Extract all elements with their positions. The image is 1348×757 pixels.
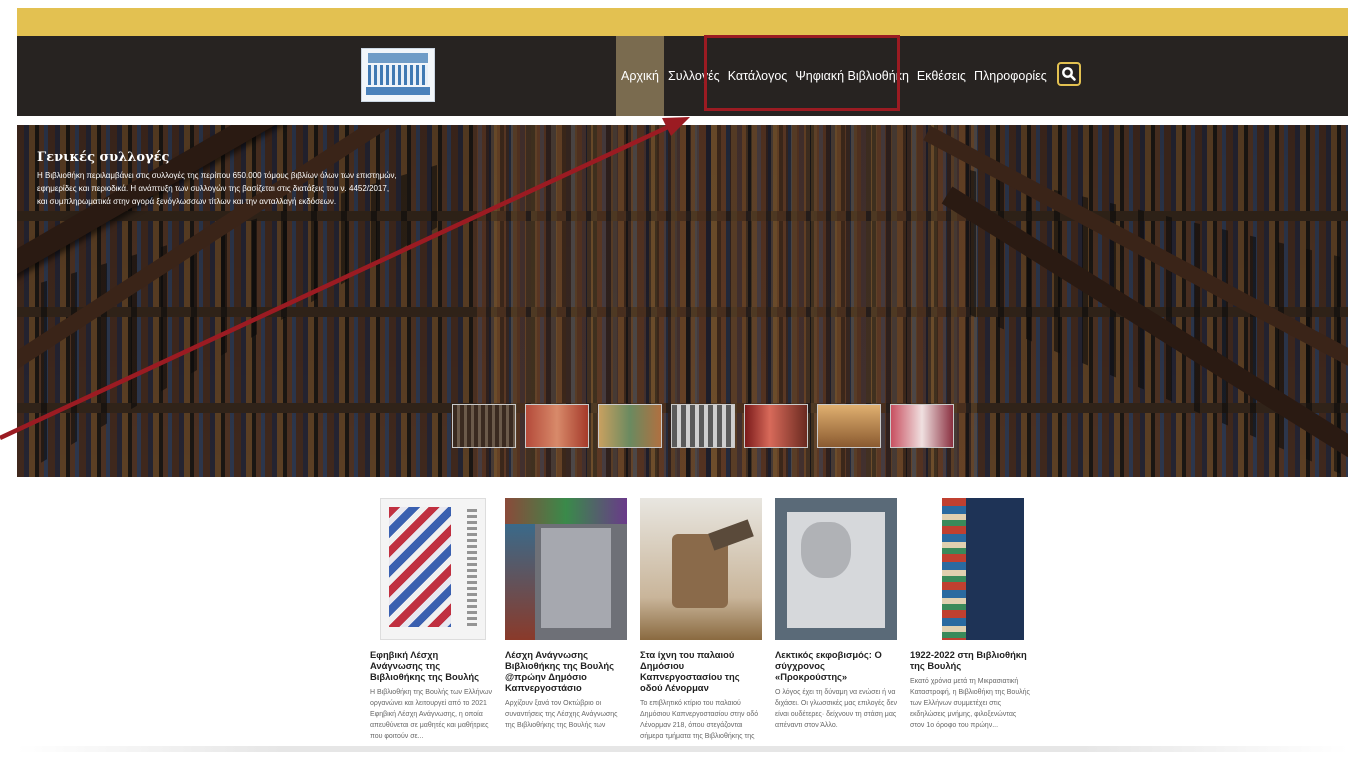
hero-description: Η Βιβλιοθήκη περιλαμβάνει στις συλλογές …	[37, 171, 397, 206]
slider-thumbnail[interactable]	[890, 404, 954, 448]
card-excerpt: Ο λόγος έχει τη δύναμη να ενώσει ή να δι…	[775, 689, 897, 729]
nav-item-exhibitions[interactable]: Εκθέσεις	[913, 36, 970, 116]
card-excerpt: Αρχίζουν ξανά τον Οκτώβριο οι συναντήσει…	[505, 700, 618, 729]
annotation-highlight-box	[704, 35, 900, 111]
card-excerpt: Εκατό χρόνια μετά τη Μικρασιατική Καταστ…	[910, 678, 1030, 729]
card-image[interactable]	[505, 498, 627, 640]
top-accent-bar	[17, 8, 1348, 36]
slider-thumbnail[interactable]	[525, 404, 589, 448]
card-title[interactable]: Στα ίχνη του παλαιού Δημόσιου Καπνεργοστ…	[640, 649, 762, 693]
news-card[interactable]: Λεκτικός εκφοβισμός: Ο σύγχρονος «Προκρο…	[775, 498, 897, 742]
news-cards: Εφηβική Λέσχη Ανάγνωσης της Βιβλιοθήκης …	[370, 498, 1070, 742]
hero-title: Γενικές συλλογές	[37, 150, 170, 165]
news-card[interactable]: Λέσχη Ανάγνωσης Βιβλιοθήκης της Βουλής @…	[505, 498, 627, 742]
card-title[interactable]: 1922-2022 στη Βιβλιοθήκη της Βουλής	[910, 649, 1032, 671]
slider-thumbnails	[452, 404, 954, 448]
search-icon	[1062, 67, 1076, 81]
news-card[interactable]: Εφηβική Λέσχη Ανάγνωσης της Βιβλιοθήκης …	[370, 498, 492, 742]
slider-thumbnail[interactable]	[671, 404, 735, 448]
card-image[interactable]	[640, 498, 762, 640]
news-card[interactable]: Στα ίχνη του παλαιού Δημόσιου Καπνεργοστ…	[640, 498, 762, 742]
card-image[interactable]	[775, 498, 897, 640]
slider-thumbnail[interactable]	[744, 404, 808, 448]
card-title[interactable]: Λεκτικός εκφοβισμός: Ο σύγχρονος «Προκρο…	[775, 649, 897, 682]
slider-thumbnail[interactable]	[598, 404, 662, 448]
slider-thumbnail[interactable]	[817, 404, 881, 448]
slider-thumbnail[interactable]	[452, 404, 516, 448]
hero-slider: Γενικές συλλογές Η Βιβλιοθήκη περιλαμβάν…	[17, 125, 1348, 477]
card-title[interactable]: Λέσχη Ανάγνωσης Βιβλιοθήκης της Βουλής @…	[505, 649, 627, 693]
card-image[interactable]	[380, 498, 486, 640]
parliament-building-logo-icon[interactable]	[361, 48, 435, 102]
footer-fade	[17, 746, 1348, 752]
main-navbar: Αρχική Συλλογές Κατάλογος Ψηφιακή Βιβλιο…	[17, 36, 1348, 116]
news-card[interactable]: 1922-2022 στη Βιβλιοθήκη της Βουλής Εκατ…	[910, 498, 1032, 742]
card-title[interactable]: Εφηβική Λέσχη Ανάγνωσης της Βιβλιοθήκης …	[370, 649, 492, 682]
card-image[interactable]	[942, 498, 1024, 640]
search-button[interactable]	[1057, 62, 1081, 86]
nav-item-home[interactable]: Αρχική	[616, 36, 664, 116]
card-excerpt: Το επιβλητικό κτίριο του παλαιού Δημόσιο…	[640, 700, 759, 740]
card-excerpt: Η Βιβλιοθήκη της Βουλής των Ελλήνων οργα…	[370, 689, 493, 740]
hero-caption: Γενικές συλλογές Η Βιβλιοθήκη περιλαμβάν…	[37, 150, 397, 208]
nav-item-information[interactable]: Πληροφορίες	[970, 36, 1051, 116]
